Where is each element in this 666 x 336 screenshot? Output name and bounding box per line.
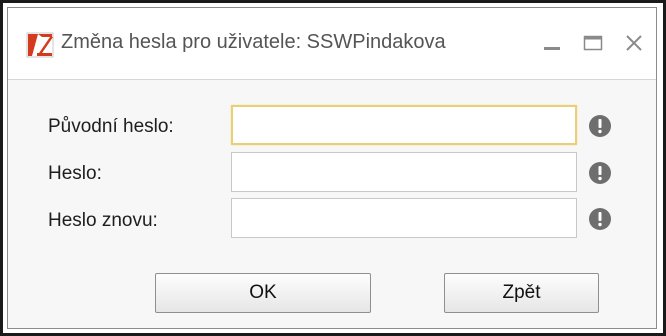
password-again-field[interactable] [231,198,577,238]
ok-button[interactable]: OK [155,273,371,313]
password-again-label: Heslo znovu: [48,210,158,231]
window-title: Změna hesla pro uživatele: SSWPindakova [61,31,446,53]
app-logo-icon [26,32,54,58]
password-label: Heslo: [48,163,102,184]
original-password-field[interactable] [231,105,577,145]
original-password-label: Původní heslo: [48,116,174,137]
minimize-button[interactable] [536,26,568,60]
password-field[interactable] [231,152,577,192]
title-bar: Změna hesla pro uživatele: SSWPindakova [8,8,656,80]
exclamation-icon [589,162,611,184]
close-icon [626,35,642,51]
exclamation-icon [589,115,611,137]
maximize-icon [583,35,603,51]
exclamation-icon [589,208,611,230]
minimize-icon [544,47,560,50]
close-button[interactable] [618,26,650,60]
maximize-button[interactable] [577,26,609,60]
change-password-dialog: Změna hesla pro uživatele: SSWPindakova … [7,7,657,329]
back-button[interactable]: Zpět [444,273,599,313]
